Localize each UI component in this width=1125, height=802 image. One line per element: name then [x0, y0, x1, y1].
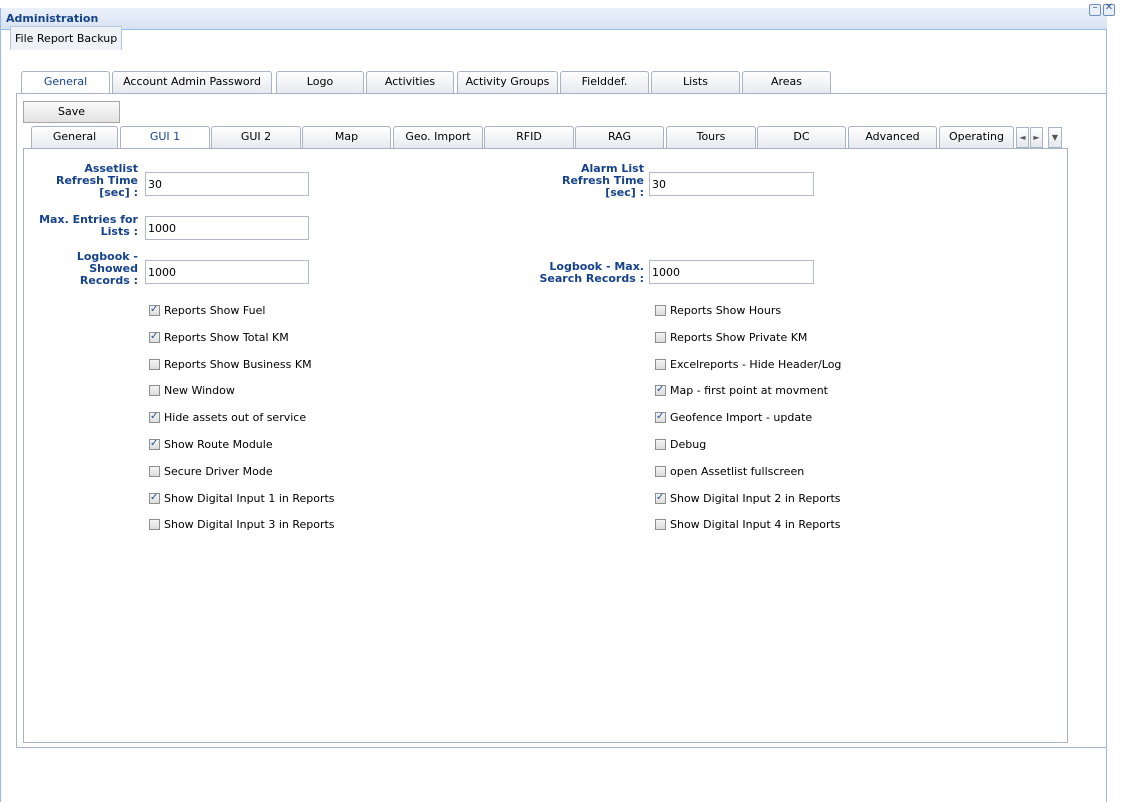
checkbox-debug[interactable]: Debug: [655, 438, 706, 452]
max-entries-input[interactable]: [145, 216, 309, 240]
sub-tab-rag[interactable]: RAG: [575, 126, 664, 148]
checkbox-show-digital-input-1-in-reports[interactable]: Show Digital Input 1 in Reports: [149, 491, 335, 506]
checkbox-label: Secure Driver Mode: [164, 464, 273, 478]
tab-menu-dropdown-icon[interactable]: ▼: [1048, 127, 1062, 148]
assetlist-refresh-input[interactable]: [145, 172, 309, 196]
checkbox-checked-icon[interactable]: [655, 410, 666, 424]
sub-tab-advanced[interactable]: Advanced: [848, 126, 937, 148]
checkbox-label: open Assetlist fullscreen: [670, 464, 805, 478]
checkbox-unchecked-icon[interactable]: [655, 331, 666, 343]
checkbox-label: Map - first point at movment: [670, 384, 828, 398]
checkbox-label: New Window: [164, 384, 235, 398]
checkbox-unchecked-icon[interactable]: [149, 465, 160, 477]
sub-tab-tours[interactable]: Tours: [666, 126, 756, 148]
checkbox-reports-show-fuel[interactable]: Reports Show Fuel: [149, 303, 266, 318]
checkbox-new-window[interactable]: New Window: [149, 384, 235, 398]
checkbox-label: Hide assets out of service: [164, 411, 307, 425]
minimize-icon[interactable]: –: [1089, 2, 1101, 16]
assetlist-refresh-label: Assetlist Refresh Time [sec] :: [55, 162, 138, 199]
sub-tab-geo-import[interactable]: Geo. Import: [393, 126, 483, 148]
sub-tab-gui-1[interactable]: GUI 1: [120, 126, 210, 149]
checkbox-checked-icon[interactable]: [149, 491, 160, 505]
checkbox-unchecked-icon[interactable]: [655, 439, 666, 450]
main-tab-account-admin-password[interactable]: Account Admin Password: [112, 71, 272, 93]
checkbox-label: Reports Show Fuel: [164, 304, 266, 317]
checkbox-checked-icon[interactable]: [655, 383, 666, 397]
alarm-list-refresh-label: Alarm List Refresh Time [sec] :: [561, 162, 644, 199]
checkbox-reports-show-business-km[interactable]: Reports Show Business KM: [149, 358, 312, 372]
checkbox-label: Geofence Import - update: [670, 411, 813, 425]
checkbox-checked-icon[interactable]: [149, 437, 160, 451]
checkbox-label: Reports Show Total KM: [164, 330, 289, 344]
checkbox-secure-driver-mode[interactable]: Secure Driver Mode: [149, 465, 273, 479]
checkbox-unchecked-icon[interactable]: [655, 465, 666, 477]
logbook-max-search-label: Logbook - Max. Search Records :: [539, 260, 645, 285]
checkbox-label: Excelreports - Hide Header/Log: [670, 357, 842, 371]
sub-tab-map[interactable]: Map: [302, 126, 391, 148]
sub-tab-rfid[interactable]: RFID: [484, 126, 574, 148]
checkbox-label: Show Digital Input 3 in Reports: [164, 518, 335, 532]
checkbox-unchecked-icon[interactable]: [655, 305, 666, 316]
checkbox-label: Show Route Module: [164, 438, 273, 451]
logbook-showed-records-label: Logbook - Showed Records :: [76, 250, 138, 287]
main-tab-activities[interactable]: Activities: [366, 71, 454, 93]
checkbox-checked-icon[interactable]: [149, 303, 160, 317]
alarm-list-refresh-input[interactable]: [649, 172, 814, 196]
main-tab-lists[interactable]: Lists: [651, 71, 740, 93]
main-tab-activity-groups[interactable]: Activity Groups: [457, 71, 558, 93]
checkbox-show-digital-input-4-in-reports[interactable]: Show Digital Input 4 in Reports: [655, 518, 841, 532]
checkbox-excelreports-hide-header-log[interactable]: Excelreports - Hide Header/Log: [655, 358, 841, 372]
main-tab-areas[interactable]: Areas: [742, 71, 831, 93]
checkbox-show-route-module[interactable]: Show Route Module: [149, 437, 273, 452]
checkbox-map-first-point-at-movment[interactable]: Map - first point at movment: [655, 383, 828, 398]
main-tab-fielddef[interactable]: Fielddef.: [560, 71, 649, 93]
main-tab-logo[interactable]: Logo: [276, 71, 364, 93]
sub-tab-gui-2[interactable]: GUI 2: [211, 126, 301, 148]
checkbox-reports-show-hours[interactable]: Reports Show Hours: [655, 304, 781, 318]
checkbox-label: Reports Show Private KM: [670, 330, 808, 344]
checkbox-unchecked-icon[interactable]: [655, 358, 666, 370]
checkbox-label: Reports Show Business KM: [164, 357, 312, 371]
main-tab-general[interactable]: General: [21, 71, 110, 94]
logbook-showed-records-input[interactable]: [145, 260, 309, 284]
tab-scroll-left-icon[interactable]: ◄: [1016, 127, 1029, 148]
close-icon[interactable]: ✕: [1103, 2, 1115, 16]
checkbox-unchecked-icon[interactable]: [149, 519, 160, 531]
sub-tab-dc[interactable]: DC: [757, 126, 846, 148]
checkbox-label: Show Digital Input 4 in Reports: [670, 518, 841, 532]
checkbox-show-digital-input-2-in-reports[interactable]: Show Digital Input 2 in Reports: [655, 491, 841, 506]
checkbox-show-digital-input-3-in-reports[interactable]: Show Digital Input 3 in Reports: [149, 518, 335, 532]
checkbox-label: Show Digital Input 2 in Reports: [670, 491, 841, 505]
checkbox-label: Show Digital Input 1 in Reports: [164, 491, 335, 505]
checkbox-label: Debug: [670, 438, 707, 451]
tab-file-report-backup[interactable]: File Report Backup: [10, 26, 123, 50]
checkbox-checked-icon[interactable]: [149, 410, 160, 424]
checkbox-reports-show-total-km[interactable]: Reports Show Total KM: [149, 330, 289, 345]
window-title: Administration: [6, 12, 99, 25]
sub-tab-general[interactable]: General: [31, 126, 118, 148]
checkbox-unchecked-icon[interactable]: [655, 519, 666, 531]
checkbox-hide-assets-out-of-service[interactable]: Hide assets out of service: [149, 410, 307, 425]
checkbox-open-assetlist-fullscreen[interactable]: open Assetlist fullscreen: [655, 465, 804, 479]
checkbox-checked-icon[interactable]: [149, 330, 160, 344]
checkbox-reports-show-private-km[interactable]: Reports Show Private KM: [655, 331, 807, 345]
checkbox-geofence-import-update[interactable]: Geofence Import - update: [655, 410, 813, 425]
save-button[interactable]: Save: [23, 101, 120, 123]
checkbox-unchecked-icon[interactable]: [149, 385, 160, 397]
checkbox-checked-icon[interactable]: [655, 491, 666, 505]
window-titlebar: Administration: [1, 8, 1107, 30]
logbook-max-search-input[interactable]: [649, 260, 814, 284]
checkbox-unchecked-icon[interactable]: [149, 358, 160, 370]
max-entries-label: Max. Entries for Lists :: [39, 213, 138, 238]
checkbox-label: Reports Show Hours: [670, 304, 782, 317]
sub-tab-operating[interactable]: Operating: [939, 126, 1014, 148]
tab-scroll-right-icon[interactable]: ►: [1030, 127, 1043, 148]
